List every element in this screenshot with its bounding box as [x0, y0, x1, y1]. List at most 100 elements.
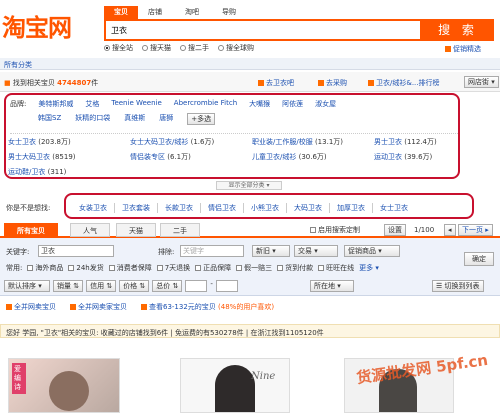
model-photo	[215, 365, 255, 412]
tab-second-hand[interactable]: 二手	[160, 223, 200, 237]
info-bar: 您好 学园, "卫衣"相关的宝贝: 收藏过的店铺找到6件 | 免运费的有5302…	[0, 324, 500, 338]
sort-total[interactable]: 总价 ⇅	[152, 280, 183, 292]
all-categories-link[interactable]: 所有分类	[4, 60, 32, 70]
search-tab-guide[interactable]: 导购	[212, 6, 246, 19]
checkbox-24h[interactable]: 24h发货	[68, 263, 104, 273]
brand-link[interactable]: 韩国SZ	[38, 113, 61, 125]
brand-link[interactable]: 大嘴猴	[249, 99, 270, 109]
tab-all-items[interactable]: 所有宝贝	[4, 223, 58, 237]
brand-link[interactable]: 唐狮	[159, 113, 173, 125]
suggest-label: 你是不是想找:	[6, 204, 51, 212]
checkbox-online[interactable]: 旺旺在线	[318, 263, 354, 273]
brand-label: 品牌:	[10, 100, 27, 108]
condition-select[interactable]: 新旧 ▾	[252, 245, 290, 257]
suggest-term[interactable]: 情侣卫衣	[201, 203, 244, 213]
suggest-term[interactable]: 女士卫衣	[373, 203, 415, 213]
confirm-button[interactable]: 确定	[464, 252, 494, 266]
product-thumb[interactable]: 爱编诗	[8, 358, 120, 413]
prev-page-button[interactable]: ◂	[444, 224, 456, 236]
brand-link[interactable]: 美特斯邦威	[38, 99, 73, 109]
product-thumb[interactable]: Nine	[180, 358, 290, 413]
price-max-input[interactable]	[215, 280, 238, 292]
page-indicator: 1/100	[414, 226, 435, 234]
checkbox-cod[interactable]: 货到付款	[277, 263, 313, 273]
brand-link[interactable]: 妖精的口袋	[75, 113, 110, 125]
model-photo	[49, 371, 89, 411]
sort-credit[interactable]: 信用 ⇅	[86, 280, 117, 292]
exclude-label: 排除:	[158, 248, 175, 256]
checkbox-overseas[interactable]: 海外商品	[27, 263, 63, 273]
search-input[interactable]	[106, 21, 420, 39]
setting-button[interactable]: 设置	[384, 224, 406, 236]
expand-categories-button[interactable]: 显示全部分类 ▾	[216, 181, 282, 190]
search-scope-radios: 搜全站 搜天猫 搜二手 搜全球购	[104, 43, 254, 53]
category-item[interactable]: 运动卫衣 (39.6万)	[374, 152, 432, 164]
search-button[interactable]: 搜 索	[422, 19, 494, 41]
checkbox-protection[interactable]: 消费者保障	[108, 263, 152, 273]
brand-link[interactable]: 淑女屋	[315, 99, 336, 109]
category-item[interactable]: 职业装/工作服/校服 (13.1万)	[252, 137, 374, 149]
category-item[interactable]: 男士卫衣 (112.4万)	[374, 137, 437, 149]
checkbox-7day[interactable]: 7天退换	[156, 263, 190, 273]
brand-link[interactable]: 艾格	[85, 99, 99, 109]
common-filters: 常用: 海外商品 24h发货 消费者保障 7天退换 正品保障 假一赔三 货到付款…	[6, 263, 379, 273]
bar-link[interactable]: 去卫衣吧	[258, 78, 294, 88]
view-switch-button[interactable]: ☰ 切换到列表	[432, 280, 484, 292]
checkbox-genuine[interactable]: 正品保障	[195, 263, 231, 273]
tab-popularity[interactable]: 人气	[70, 223, 110, 237]
trade-select[interactable]: 交易 ▾	[294, 245, 338, 257]
radio-second-hand[interactable]: 搜二手	[180, 43, 209, 53]
suggest-term[interactable]: 小熊卫衣	[244, 203, 287, 213]
category-item[interactable]: 情侣装专区 (6.1万)	[130, 152, 252, 164]
taobao-logo[interactable]: 淘宝网	[2, 8, 72, 43]
brand-link[interactable]: 真维斯	[124, 113, 145, 125]
brand-link[interactable]: 阿依莲	[282, 99, 303, 109]
brand-link[interactable]: Abercrombie Fitch	[174, 99, 237, 109]
site-select[interactable]: 网店街 ▾	[464, 76, 499, 88]
list-icon: ☰	[436, 282, 443, 290]
next-page-button[interactable]: 下一页 ▸	[458, 224, 493, 236]
search-tab-bar[interactable]: 淘吧	[175, 6, 209, 19]
suggest-term[interactable]: 长款卫衣	[158, 203, 201, 213]
purchase-link[interactable]: 去采购	[318, 78, 347, 88]
checkbox-fake-refund[interactable]: 假一赔三	[236, 263, 272, 273]
category-item[interactable]: 儿童卫衣/绒衫 (30.6万)	[252, 152, 374, 164]
category-item[interactable]: 男士大码卫衣 (8519)	[8, 152, 130, 164]
keyword-input[interactable]: 卫衣	[38, 245, 114, 257]
suggest-term[interactable]: 大码卫衣	[287, 203, 330, 213]
radio-all[interactable]: 搜全站	[104, 43, 133, 53]
tab-tmall[interactable]: 天猫	[116, 223, 156, 237]
category-bar: 所有分类	[0, 58, 500, 70]
more-filters-link[interactable]: 更多 ▾	[359, 263, 379, 273]
category-item[interactable]: 女士卫衣 (203.8万)	[8, 137, 130, 149]
exclude-input[interactable]: 关键字	[180, 245, 244, 257]
results-bar: ■ 找到相关宝贝 4744807件 去卫衣吧 去采购 卫衣/绒衫&...排行榜 …	[0, 72, 500, 92]
multi-select-button[interactable]: +多选	[187, 113, 216, 125]
sort-price[interactable]: 价格 ⇅	[119, 280, 150, 292]
suggest-term[interactable]: 女装卫衣	[72, 203, 115, 213]
promo-icon	[445, 46, 451, 52]
sort-sales[interactable]: 销量 ⇅	[53, 280, 84, 292]
brand-link[interactable]: Teenie Weenie	[111, 99, 161, 109]
promo-link[interactable]: 促销精选	[445, 44, 481, 54]
ranking-link[interactable]: 卫衣/绒衫&...排行榜	[368, 78, 440, 88]
keyword-label: 关键字:	[6, 248, 30, 256]
sort-default[interactable]: 默认排序 ▾	[4, 280, 50, 292]
promo-row: 全并网卖宝贝 全并网卖家宝贝 查看63-132元的宝贝 (48%的用户喜欢)	[6, 302, 274, 312]
radio-global[interactable]: 搜全球购	[218, 43, 254, 53]
suggest-term[interactable]: 卫衣套装	[115, 203, 158, 213]
promo-select[interactable]: 促销商品 ▾	[344, 245, 400, 257]
category-item[interactable]: 运动鞋/卫衣 (311)	[8, 167, 66, 179]
price-min-input[interactable]	[185, 280, 208, 292]
search-tab-items[interactable]: 宝贝	[104, 6, 138, 19]
location-select[interactable]: 所在地 ▾	[310, 280, 354, 292]
promo-link-b[interactable]: 全并网卖家宝贝	[70, 302, 127, 312]
category-item[interactable]: 女士大码卫衣/绒衫 (1.6万)	[130, 137, 252, 149]
search-custom-toggle[interactable]: 启用搜索定制	[310, 225, 360, 235]
sort-bar: 默认排序 ▾ 销量 ⇅ 信用 ⇅ 价格 ⇅ 总价 ⇅ -	[4, 280, 238, 292]
promo-link-c[interactable]: 查看63-132元的宝贝 (48%的用户喜欢)	[141, 302, 274, 312]
suggest-term[interactable]: 加厚卫衣	[330, 203, 373, 213]
radio-tmall[interactable]: 搜天猫	[142, 43, 171, 53]
search-tab-shops[interactable]: 店铺	[138, 6, 172, 19]
promo-link-a[interactable]: 全并网卖宝贝	[6, 302, 56, 312]
